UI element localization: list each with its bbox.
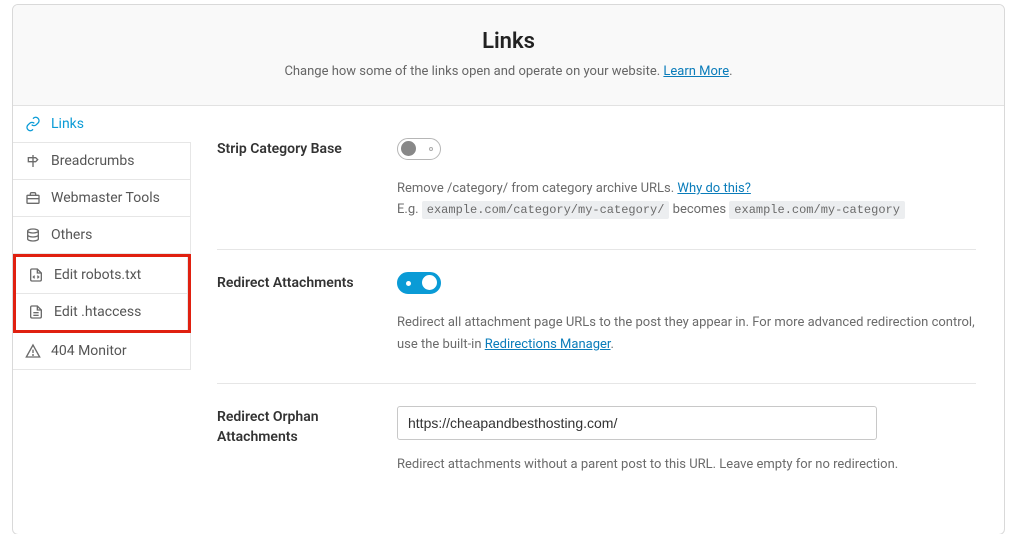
sidebar-item-edit-robots[interactable]: Edit robots.txt [16,257,188,294]
setting-control: Redirect attachments without a parent po… [397,406,976,475]
warning-icon [25,343,41,359]
desc-becomes: becomes [669,202,729,217]
setting-redirect-attachments: Redirect Attachments Redirect all attach… [217,250,976,384]
toggle-knob [422,275,437,290]
code-before: example.com/category/my-category/ [422,201,670,219]
toggle-strip-category[interactable] [397,138,441,160]
toggle-knob [401,141,416,156]
panel-header: Links Change how some of the links open … [13,5,1004,106]
desc-eg: E.g. [397,202,422,217]
desc-text: Remove /category/ from category archive … [397,181,677,196]
setting-desc: Redirect all attachment page URLs to the… [397,312,976,355]
settings-panel: Links Change how some of the links open … [12,4,1005,534]
sidebar-item-label: Edit .htaccess [54,304,141,320]
sidebar-item-label: Webmaster Tools [51,190,160,206]
signpost-icon [25,153,41,169]
sidebar-item-breadcrumbs[interactable]: Breadcrumbs [13,143,191,180]
sidebar-item-others[interactable]: Others [13,217,191,254]
toggle-dot [406,281,411,286]
setting-label: Strip Category Base [217,138,367,221]
page-title: Links [33,29,984,54]
desc-text: Redirect all attachment page URLs to the… [397,315,975,351]
setting-desc: Remove /category/ from category archive … [397,178,976,221]
setting-redirect-orphan: Redirect Orphan Attachments Redirect att… [217,384,976,503]
setting-desc: Redirect attachments without a parent po… [397,454,976,475]
subtitle-text: Change how some of the links open and op… [284,64,663,79]
setting-label: Redirect Attachments [217,272,367,355]
setting-strip-category: Strip Category Base Remove /category/ fr… [217,128,976,250]
sidebar-item-edit-htaccess[interactable]: Edit .htaccess [16,294,188,330]
setting-label: Redirect Orphan Attachments [217,406,367,475]
desc-post: . [611,337,614,352]
main-content: Strip Category Base Remove /category/ fr… [191,106,1004,534]
setting-control: Redirect all attachment page URLs to the… [397,272,976,355]
redirections-manager-link[interactable]: Redirections Manager [485,337,611,352]
setting-control: Remove /category/ from category archive … [397,138,976,221]
toggle-redirect-attachments[interactable] [397,272,441,294]
sidebar-item-label: Breadcrumbs [51,153,134,169]
page-subtitle: Change how some of the links open and op… [33,64,984,79]
why-do-this-link[interactable]: Why do this? [677,181,750,196]
sidebar-item-label: 404 Monitor [51,343,127,359]
sidebar: Links Breadcrumbs Webmaster Tools Others [13,106,191,534]
sidebar-item-webmaster-tools[interactable]: Webmaster Tools [13,180,191,217]
toolbox-icon [25,190,41,206]
code-after: example.com/my-category [729,201,905,219]
subtitle-post: . [729,64,732,79]
sidebar-item-label: Others [51,227,92,243]
stack-icon [25,227,41,243]
sidebar-item-label: Links [51,116,84,132]
learn-more-link[interactable]: Learn More [663,64,729,79]
sidebar-item-links[interactable]: Links [13,106,191,143]
toggle-dot [429,147,433,151]
sidebar-item-label: Edit robots.txt [54,267,141,283]
highlight-box: Edit robots.txt Edit .htaccess [13,254,191,333]
link-icon [25,116,41,132]
redirect-orphan-input[interactable] [397,406,877,440]
file-icon [28,304,44,320]
sidebar-item-404-monitor[interactable]: 404 Monitor [13,333,191,370]
file-code-icon [28,267,44,283]
panel-body: Links Breadcrumbs Webmaster Tools Others [13,106,1004,534]
